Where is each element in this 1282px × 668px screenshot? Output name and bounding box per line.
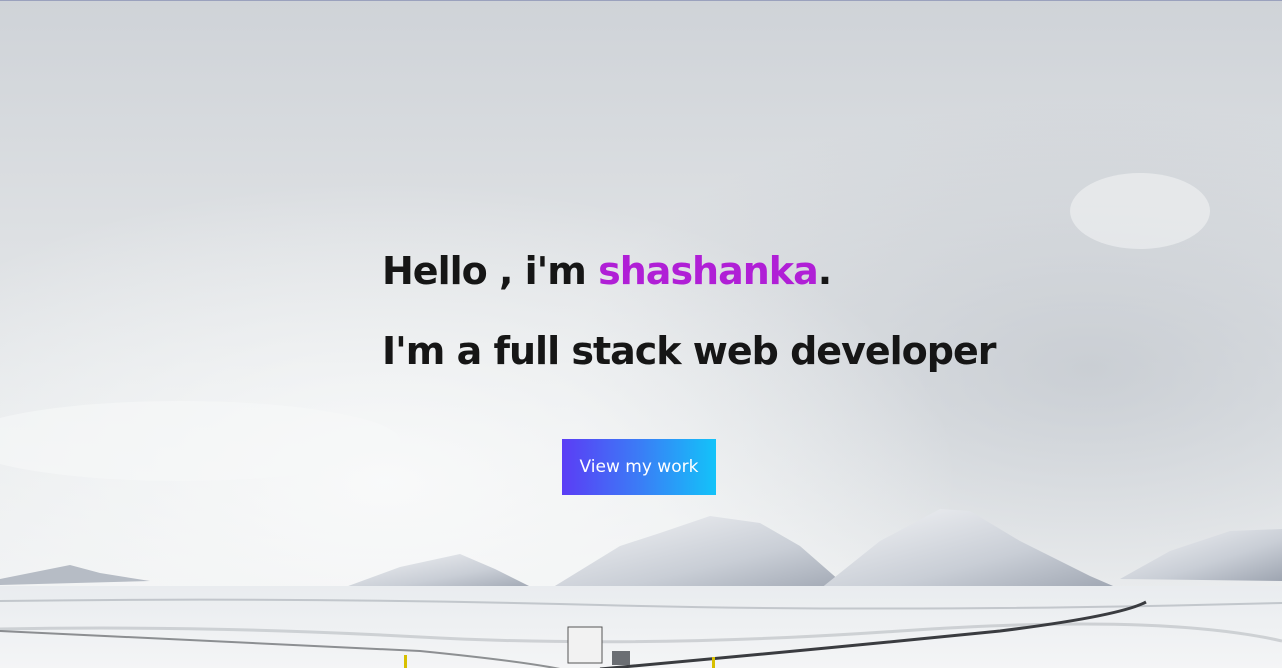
- developer-name: shashanka: [598, 249, 819, 293]
- hero-section: Hello , i'm shashanka. I'm a full stack …: [0, 0, 1282, 668]
- view-my-work-button[interactable]: View my work: [562, 439, 716, 495]
- greeting-prefix: Hello , i'm: [382, 249, 599, 293]
- hero-tagline: I'm a full stack web developer: [382, 329, 996, 373]
- greeting-suffix: .: [817, 249, 832, 293]
- hero-greeting: Hello , i'm shashanka.: [382, 249, 832, 293]
